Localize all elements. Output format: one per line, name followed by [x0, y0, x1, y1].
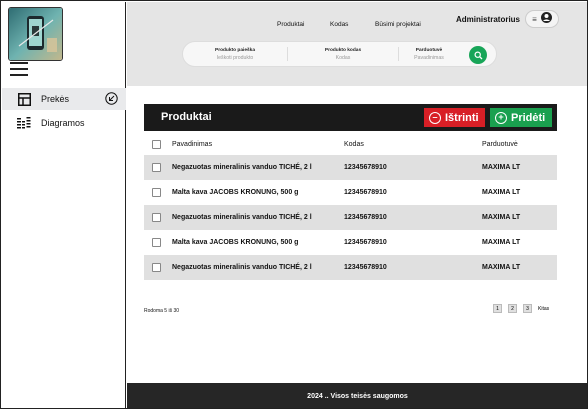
row-checkbox[interactable] — [152, 238, 161, 247]
products-table: Pavadinimas Kodas Parduotuvė Negazuotas … — [144, 133, 557, 280]
table-row[interactable]: Negazuotas mineralinis vanduo TICHÉ, 2 l… — [144, 255, 557, 280]
user-name[interactable]: Administratorius — [456, 15, 520, 24]
page-3-button[interactable]: 3 — [523, 304, 532, 313]
nav-link-produktai[interactable]: Produktai — [277, 21, 304, 28]
store-field[interactable]: Parduotuvė Pavadinimas — [399, 42, 459, 66]
search-bar: Produkto paieška Ieškoti produkto Produk… — [182, 41, 497, 67]
product-name: Negazuotas mineralinis vanduo TICHÉ, 2 l — [172, 264, 312, 272]
avatar-icon — [540, 10, 552, 28]
column-header-code[interactable]: Kodas — [344, 141, 364, 148]
table-row[interactable]: Malta kava JACOBS KRONUNG, 500 g 1234567… — [144, 180, 557, 205]
product-code: 12345678910 — [344, 189, 387, 196]
main-content: Produktai – Ištrinti + Pridėti Pavadinim… — [127, 87, 587, 383]
sidebar-item-label: Prekės — [41, 94, 70, 104]
app-logo[interactable] — [8, 7, 63, 61]
row-checkbox[interactable] — [152, 213, 161, 222]
sidebar: Prekės Diagramos — [2, 2, 126, 408]
product-store: MAXIMA LT — [482, 164, 521, 171]
table-row[interactable]: Negazuotas mineralinis vanduo TICHÉ, 2 l… — [144, 205, 557, 230]
product-store: MAXIMA LT — [482, 239, 521, 246]
product-name: Malta kava JACOBS KRONUNG, 500 g — [172, 189, 299, 197]
bars-icon — [17, 116, 31, 130]
footer-text: 2024 .. Visos teisės saugomos — [307, 392, 408, 400]
row-checkbox[interactable] — [152, 163, 161, 172]
product-code: 12345678910 — [344, 164, 387, 171]
column-header-store[interactable]: Parduotuvė — [482, 141, 518, 148]
sidebar-item-prekes[interactable]: Prekės — [2, 88, 126, 110]
product-code-field[interactable]: Produkto kodas Kodas — [288, 42, 398, 66]
nav-link-kodas[interactable]: Kodas — [330, 21, 348, 28]
top-header: Produktai Kodas Būsimi projektai Adminis… — [127, 2, 587, 86]
row-checkbox[interactable] — [152, 263, 161, 272]
row-checkbox[interactable] — [152, 188, 161, 197]
product-store: MAXIMA LT — [482, 189, 521, 196]
product-search-field[interactable]: Produkto paieška Ieškoti produkto — [183, 42, 287, 66]
product-store: MAXIMA LT — [482, 264, 521, 271]
column-header-name[interactable]: Pavadinimas — [161, 141, 212, 148]
app-window: Prekės Diagramos Produktai Kodas Būsimi … — [0, 0, 588, 409]
add-button[interactable]: + Pridėti — [490, 108, 552, 127]
menu-icon: ≡ — [532, 14, 537, 24]
product-code: 12345678910 — [344, 239, 387, 246]
select-all-checkbox[interactable] — [152, 139, 161, 149]
sidebar-item-diagramos[interactable]: Diagramos — [2, 112, 126, 134]
nav-link-projects[interactable]: Būsimi projektai — [375, 21, 421, 28]
user-menu-toggle[interactable]: ≡ — [525, 10, 559, 28]
search-button[interactable] — [469, 46, 487, 64]
footer: 2024 .. Visos teisės saugomos — [127, 383, 587, 408]
table-header-row: Pavadinimas Kodas Parduotuvė — [144, 133, 557, 155]
product-store: MAXIMA LT — [482, 214, 521, 221]
products-toolbar: Produktai – Ištrinti + Pridėti — [144, 104, 557, 131]
next-page-link[interactable]: Kitas — [538, 306, 549, 312]
product-code: 12345678910 — [344, 214, 387, 221]
delete-button[interactable]: – Ištrinti — [424, 108, 485, 127]
table-row[interactable]: Negazuotas mineralinis vanduo TICHÉ, 2 l… — [144, 155, 557, 180]
sidebar-item-label: Diagramos — [41, 118, 85, 128]
layout-icon — [17, 92, 31, 106]
minus-circle-icon: – — [429, 111, 441, 124]
product-name: Malta kava JACOBS KRONUNG, 500 g — [172, 239, 299, 247]
page-title: Produktai — [161, 111, 212, 123]
page-2-button[interactable]: 2 — [508, 304, 517, 313]
plus-circle-icon: + — [495, 111, 507, 124]
search-icon — [474, 51, 482, 59]
table-row[interactable]: Malta kava JACOBS KRONUNG, 500 g 1234567… — [144, 230, 557, 255]
product-code: 12345678910 — [344, 264, 387, 271]
results-count: Rodoma 5 iš 30 — [144, 308, 180, 314]
pagination: 1 2 3 Kitas — [493, 304, 549, 313]
page-1-button[interactable]: 1 — [493, 304, 502, 313]
collapse-arrow-icon[interactable] — [105, 92, 118, 105]
product-name: Negazuotas mineralinis vanduo TICHÉ, 2 l — [172, 164, 312, 172]
menu-icon[interactable] — [10, 62, 28, 76]
product-name: Negazuotas mineralinis vanduo TICHÉ, 2 l — [172, 214, 312, 222]
